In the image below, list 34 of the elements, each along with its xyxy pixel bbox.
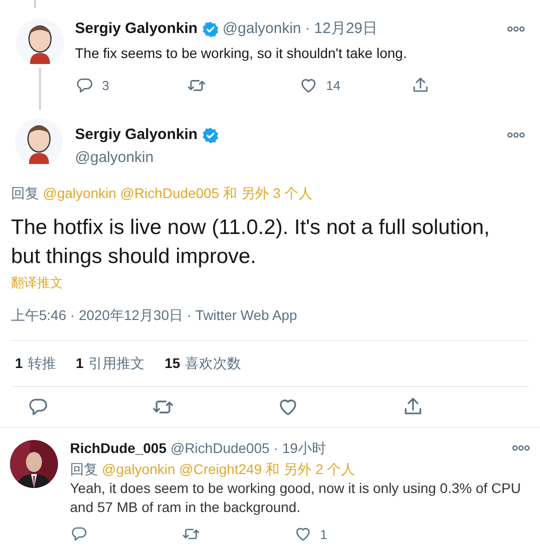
more-icon[interactable] — [512, 445, 530, 451]
tweet-text: The hotfix is live now (11.0.2). It's not a full solution, but things should improve. — [11, 215, 491, 270]
tweet-metadata: 上午5:46 · 2020年12月30日 · Twitter Web App — [11, 306, 298, 325]
more-icon[interactable] — [507, 26, 525, 32]
author-handle[interactable]: @galyonkin — [222, 18, 302, 40]
more-icon[interactable] — [507, 132, 525, 138]
tweet-time[interactable]: 12月29日 — [314, 18, 378, 40]
avatar-icon[interactable] — [16, 18, 64, 66]
stat-count[interactable]: 15 — [164, 352, 180, 374]
tweet-time[interactable]: 19小时 — [282, 438, 326, 458]
action-count: 14 — [326, 76, 340, 94]
reply-icon — [70, 525, 88, 544]
tweet-text: Yeah, it does seem to be working good, now it is only using 0.3% of CPU and 57 MB of ram in the background. — [70, 478, 522, 516]
tweet-text: The fix seems to be working, so it shouldn't take long. — [75, 44, 408, 63]
action-count: 3 — [102, 76, 110, 94]
action-count: 1 — [320, 526, 328, 544]
reply-icon — [75, 76, 94, 95]
dot-separator: · — [305, 19, 310, 39]
stat-count[interactable]: 1 — [76, 352, 84, 374]
share-icon — [411, 76, 430, 95]
author-name[interactable]: RichDude_005 — [70, 438, 166, 458]
reply-to-label: 回复 — [11, 185, 39, 201]
stat-label[interactable]: 引用推文 — [88, 352, 145, 374]
dot-separator: · — [274, 438, 278, 458]
reply-to-label: 回复 — [70, 460, 98, 476]
author-name[interactable]: Sergiy Galyonkin — [75, 124, 198, 146]
stat-count[interactable]: 1 — [15, 352, 23, 374]
stat-label[interactable]: 喜欢次数 — [185, 352, 242, 374]
heart-icon — [294, 525, 312, 544]
avatar-icon[interactable] — [15, 118, 63, 166]
author-handle[interactable]: @galyonkin — [75, 146, 525, 169]
author-name[interactable]: Sergiy Galyonkin — [75, 18, 198, 40]
author-handle[interactable]: @RichDude005 — [170, 438, 270, 458]
stat-label[interactable]: 转推 — [28, 352, 56, 374]
